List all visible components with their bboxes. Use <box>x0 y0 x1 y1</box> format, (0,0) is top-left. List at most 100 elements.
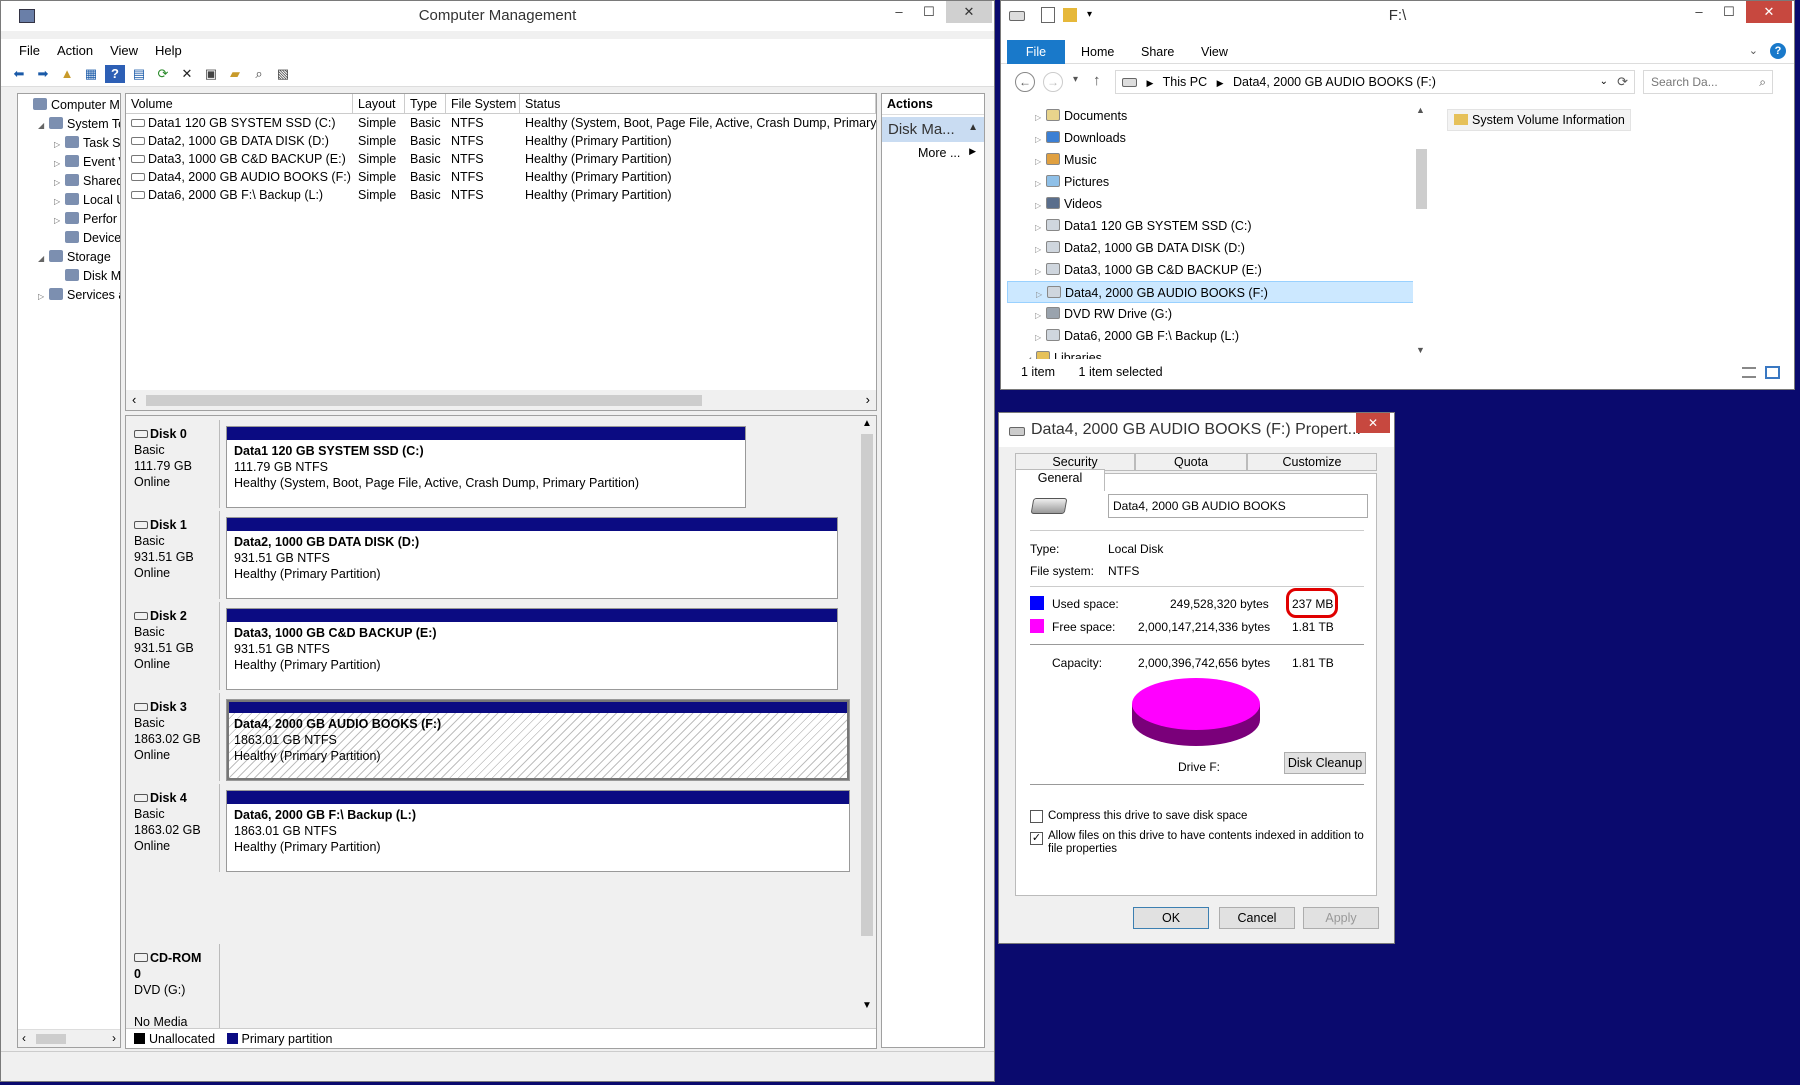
tab-customize[interactable]: Customize <box>1247 453 1377 471</box>
ribbon-tab-file[interactable]: File <box>1007 40 1065 64</box>
expand-arrow-icon[interactable]: ▷ <box>54 192 65 210</box>
menu-file[interactable]: File <box>11 43 49 58</box>
expand-arrow-icon[interactable]: ▷ <box>54 173 65 191</box>
expand-arrow-icon[interactable] <box>54 268 65 286</box>
nav-item[interactable]: ▷ Data3, 1000 GB C&D BACKUP (E:) <box>1007 259 1417 281</box>
expand-arrow-icon[interactable]: ◢ <box>1025 349 1036 359</box>
breadcrumb-this-pc[interactable]: This PC <box>1163 75 1207 89</box>
tree-item[interactable]: ▷ Perfor <box>18 210 120 229</box>
expand-arrow-icon[interactable]: ▷ <box>1036 284 1047 302</box>
forward-icon[interactable]: → <box>1043 72 1063 92</box>
tree-item[interactable]: Disk M <box>18 267 120 286</box>
cancel-button[interactable]: Cancel <box>1219 907 1295 929</box>
partition-block[interactable]: Data2, 1000 GB DATA DISK (D:) 931.51 GB N… <box>226 517 838 599</box>
nav-item[interactable]: ▷ Downloads <box>1007 127 1417 149</box>
nav-item[interactable]: ▷ Data4, 2000 GB AUDIO BOOKS (F:) <box>1007 281 1417 303</box>
help-icon[interactable]: ? <box>1770 43 1786 59</box>
menu-action[interactable]: Action <box>49 43 102 58</box>
large-icons-view-icon[interactable] <box>1765 366 1780 379</box>
expand-arrow-icon[interactable]: ▷ <box>1035 129 1046 149</box>
col-filesystem[interactable]: File System <box>446 94 520 113</box>
apply-button[interactable]: Apply <box>1303 907 1379 929</box>
expand-arrow-icon[interactable]: ▷ <box>54 154 65 172</box>
ribbon-tab-view[interactable]: View <box>1201 45 1228 59</box>
col-type[interactable]: Type <box>405 94 446 113</box>
ribbon-tab-share[interactable]: Share <box>1141 45 1174 59</box>
recent-locations-icon[interactable]: ▾ <box>1073 74 1078 85</box>
disk-label[interactable]: Disk 1 Basic 931.51 GB Online <box>126 511 220 599</box>
partition-block[interactable]: Data4, 2000 GB AUDIO BOOKS (F:) 1863.01 G… <box>226 699 850 781</box>
nav-item[interactable]: ▷ Data1 120 GB SYSTEM SSD (C:) <box>1007 215 1417 237</box>
up-folder-icon[interactable]: ▲ <box>57 65 77 83</box>
tree-item[interactable]: ▷ Task S <box>18 134 120 153</box>
properties-view-icon[interactable]: ▤ <box>129 65 149 83</box>
explorer-close-button[interactable]: ✕ <box>1746 1 1792 23</box>
tree-item[interactable]: ▷Local U <box>18 191 120 210</box>
help-icon[interactable]: ? <box>105 64 125 83</box>
close-button[interactable]: ✕ <box>946 1 992 23</box>
up-icon[interactable]: ↑ <box>1093 72 1101 89</box>
expand-arrow-icon[interactable]: ▷ <box>1035 239 1046 259</box>
menu-view[interactable]: View <box>102 43 147 58</box>
expand-arrow-icon[interactable]: ▷ <box>1035 107 1046 127</box>
table-row[interactable]: Data3, 1000 GB C&D BACKUP (E:) Simple Basi… <box>126 150 876 168</box>
disk-vscrollbar[interactable]: ▲ ▼ <box>858 416 876 1016</box>
tree-item[interactable]: ◢ Storage <box>18 248 120 267</box>
back-icon[interactable]: ← <box>1015 72 1035 92</box>
tree-item[interactable]: Device <box>18 229 120 248</box>
col-status[interactable]: Status <box>520 94 876 113</box>
settings-icon[interactable]: ▧ <box>273 65 293 83</box>
expand-arrow-icon[interactable]: ▷ <box>1035 151 1046 171</box>
content-item[interactable]: System Volume Information <box>1447 109 1631 131</box>
index-checkbox[interactable]: ✓ <box>1030 832 1043 845</box>
disk-label[interactable]: Disk 4 Basic 1863.02 GB Online <box>126 784 220 872</box>
nav-item[interactable]: ◢Libraries <box>1007 347 1417 359</box>
table-row[interactable]: Data4, 2000 GB AUDIO BOOKS (F:) Simple Bas… <box>126 168 876 186</box>
search-box[interactable]: Search Da... ⌕ <box>1643 70 1773 94</box>
nav-item[interactable]: ▷ Documents <box>1007 105 1417 127</box>
tab-general[interactable]: General <box>1015 469 1105 491</box>
volume-hscrollbar[interactable]: ‹ › <box>126 390 876 410</box>
back-arrow-icon[interactable]: ⬅ <box>9 65 29 83</box>
explorer-titlebar[interactable]: ▾ F:\ – ☐ ✕ <box>1001 1 1794 31</box>
expand-arrow-icon[interactable]: ▷ <box>54 135 65 153</box>
refresh-icon[interactable]: ⟳ <box>1617 71 1628 93</box>
tree-hscrollbar[interactable]: ‹ › <box>18 1029 120 1047</box>
partition-block[interactable]: Data3, 1000 GB C&D BACKUP (E:) 931.51 GB … <box>226 608 838 690</box>
nav-item[interactable]: ▷ DVD RW Drive (G:) <box>1007 303 1417 325</box>
compress-checkbox[interactable] <box>1030 810 1043 823</box>
explorer-maximize-button[interactable]: ☐ <box>1714 1 1744 23</box>
show-hide-tree-icon[interactable]: ▦ <box>81 65 101 83</box>
tab-quota[interactable]: Quota <box>1135 453 1247 471</box>
partition-block[interactable]: Data6, 2000 GB F:\ Backup (L:) 1863.01 GB… <box>226 790 850 872</box>
cm-titlebar[interactable]: Computer Management – ☐ ✕ <box>1 1 994 31</box>
props-titlebar[interactable]: Data4, 2000 GB AUDIO BOOKS (F:) Propert.… <box>999 413 1394 447</box>
tree-item[interactable]: ▷Event V <box>18 153 120 172</box>
tree-item[interactable]: ▷ Shared <box>18 172 120 191</box>
expand-arrow-icon[interactable]: ▷ <box>1035 217 1046 237</box>
expand-arrow-icon[interactable]: ▷ <box>1035 195 1046 215</box>
nav-item[interactable]: ▷ Music <box>1007 149 1417 171</box>
expand-arrow-icon[interactable]: ◢ <box>38 116 49 134</box>
expand-arrow-icon[interactable]: ▷ <box>1035 305 1046 325</box>
forward-arrow-icon[interactable]: ➡ <box>33 65 53 83</box>
ok-button[interactable]: OK <box>1133 907 1209 929</box>
expand-arrow-icon[interactable] <box>22 97 33 115</box>
expand-arrow-icon[interactable]: ▷ <box>1035 327 1046 347</box>
actions-disk-management[interactable]: Disk Ma... ▲ <box>882 117 984 142</box>
expand-arrow-icon[interactable]: ▷ <box>54 211 65 229</box>
table-row[interactable]: Data2, 1000 GB DATA DISK (D:) Simple Basic… <box>126 132 876 150</box>
refresh-icon[interactable]: ⟳ <box>153 65 173 83</box>
volume-name-field[interactable]: Data4, 2000 GB AUDIO BOOKS <box>1108 494 1368 518</box>
collapse-icon[interactable]: ▲ <box>968 122 978 133</box>
tree-item[interactable]: ◢ System To <box>18 115 120 134</box>
expand-arrow-icon[interactable]: ▷ <box>1035 261 1046 281</box>
props-close-button[interactable]: ✕ <box>1356 413 1390 433</box>
details-view-icon[interactable] <box>1742 367 1756 378</box>
nav-item[interactable]: ▷ Videos <box>1007 193 1417 215</box>
disk-label[interactable]: Disk 3 Basic 1863.02 GB Online <box>126 693 220 781</box>
menu-help[interactable]: Help <box>147 43 191 58</box>
properties-icon[interactable]: ▣ <box>201 65 221 83</box>
nav-item[interactable]: ▷ Pictures <box>1007 171 1417 193</box>
disk-label[interactable]: Disk 0 Basic 111.79 GB Online <box>126 420 220 508</box>
